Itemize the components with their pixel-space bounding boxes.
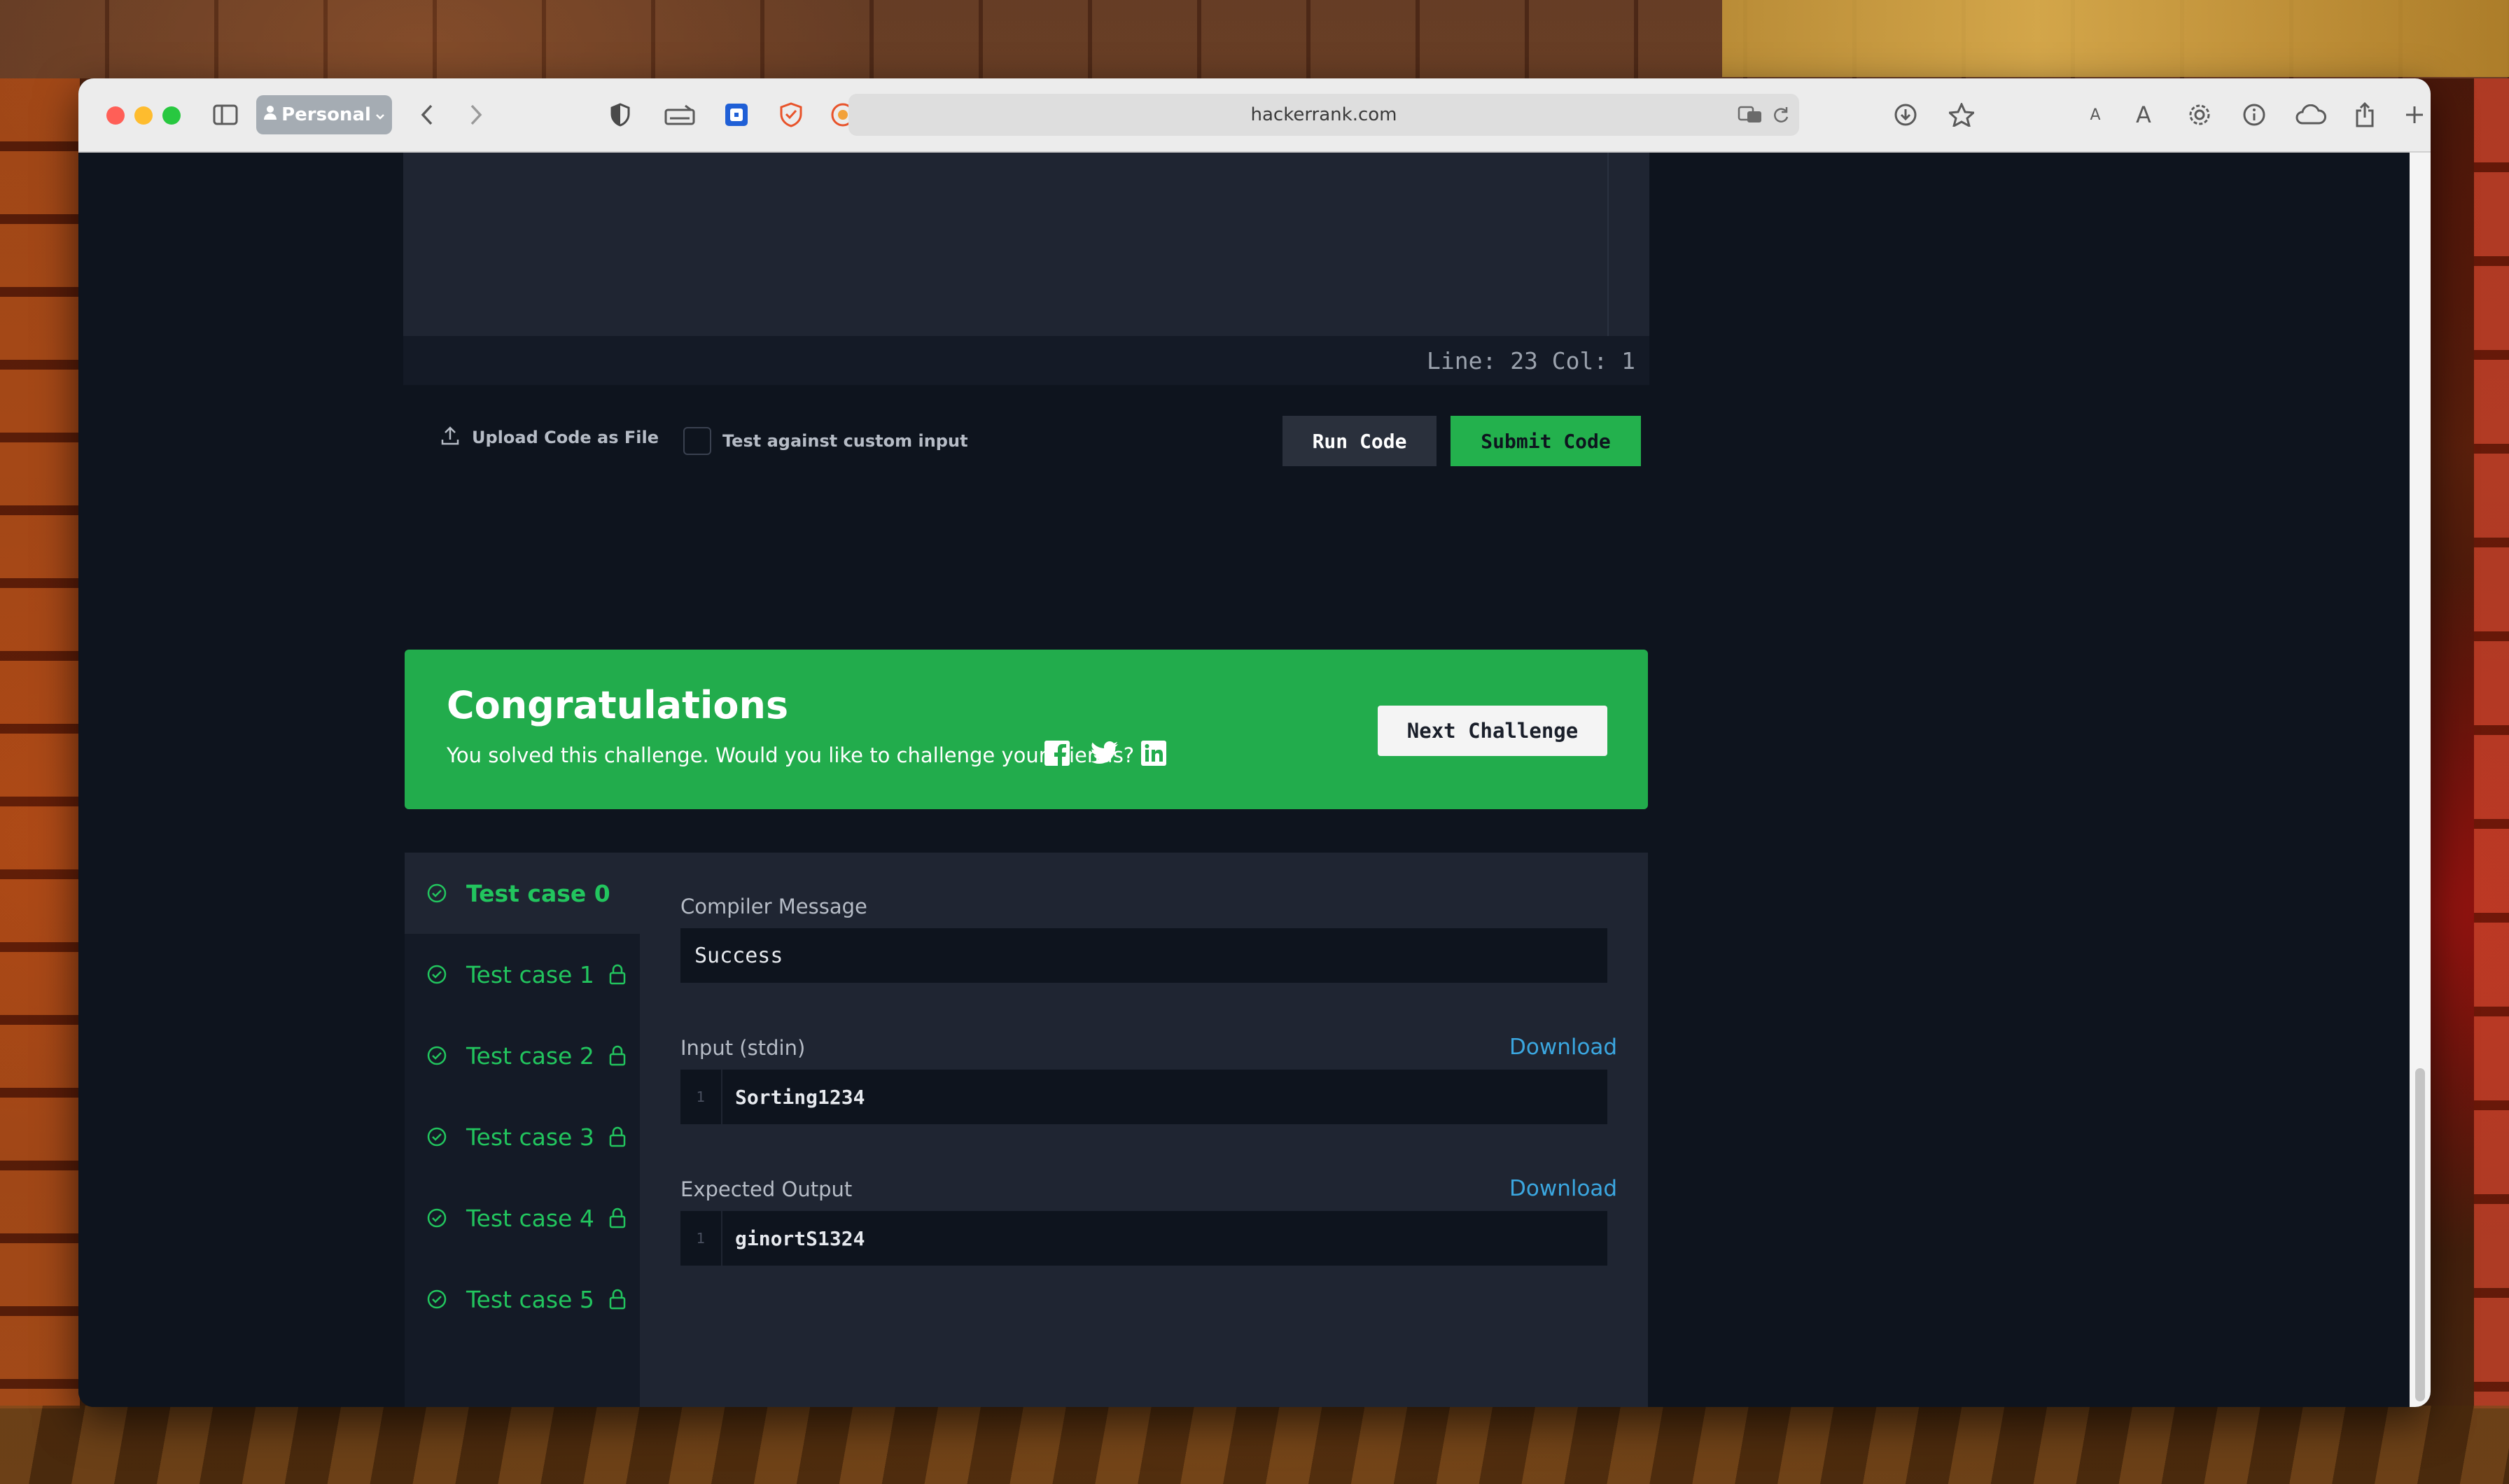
lock-icon bbox=[608, 964, 627, 985]
test-case-label: Test case 5 bbox=[466, 1285, 594, 1313]
input-label: Input (stdin) bbox=[680, 1036, 806, 1060]
expected-output-download-link[interactable]: Download bbox=[1509, 1176, 1617, 1201]
background-logs-right bbox=[2474, 78, 2509, 1408]
test-case-tab[interactable]: Test case 4 bbox=[405, 1177, 640, 1259]
share-icon[interactable] bbox=[2351, 101, 2379, 129]
browser-toolbar: Personal hackerrank.com A A bbox=[78, 78, 2431, 153]
test-results-panel: Test case 0 Test case 1 Test case 2 Test… bbox=[405, 853, 1648, 1407]
close-window-button[interactable] bbox=[106, 106, 125, 125]
custom-input-toggle[interactable]: Test against custom input bbox=[683, 427, 968, 455]
info-icon[interactable] bbox=[2240, 101, 2268, 129]
expected-output-value: ginortS1324 bbox=[735, 1226, 865, 1250]
test-case-label: Test case 3 bbox=[466, 1123, 594, 1151]
chevron-down-icon bbox=[375, 104, 385, 125]
test-case-list: Test case 0 Test case 1 Test case 2 Test… bbox=[405, 853, 640, 1407]
check-circle-icon bbox=[426, 1207, 448, 1229]
test-case-label: Test case 1 bbox=[466, 960, 594, 988]
forward-icon[interactable] bbox=[462, 101, 490, 129]
back-icon[interactable] bbox=[413, 101, 441, 129]
test-case-tab[interactable]: Test case 5 bbox=[405, 1259, 640, 1340]
upload-icon bbox=[441, 426, 459, 449]
lock-icon bbox=[608, 1289, 627, 1310]
facebook-icon[interactable] bbox=[1043, 739, 1071, 767]
congrats-message: You solved this challenge. Would you lik… bbox=[447, 743, 1135, 767]
check-circle-icon bbox=[426, 963, 448, 986]
test-case-tab[interactable]: Test case 1 bbox=[405, 934, 640, 1015]
scrollbar-thumb[interactable] bbox=[2415, 1068, 2425, 1401]
test-case-label: Test case 4 bbox=[466, 1204, 594, 1232]
line-number: 1 bbox=[680, 1211, 722, 1266]
lock-icon bbox=[608, 1208, 627, 1228]
cursor-position: Line: 23 Col: 1 bbox=[1426, 346, 1635, 374]
reload-icon[interactable] bbox=[1768, 102, 1794, 127]
ad-blocker-icon[interactable] bbox=[777, 101, 805, 129]
background-floor bbox=[0, 1406, 2509, 1484]
next-challenge-button[interactable]: Next Challenge bbox=[1378, 706, 1607, 756]
editor-gutter-line bbox=[1607, 153, 1609, 336]
check-circle-icon bbox=[426, 1288, 448, 1310]
translate-icon[interactable] bbox=[1736, 102, 1764, 127]
compiler-message-label: Compiler Message bbox=[680, 895, 867, 918]
lock-icon bbox=[608, 1126, 627, 1147]
check-circle-icon bbox=[426, 1044, 448, 1067]
sidebar-toggle-icon[interactable] bbox=[211, 101, 239, 129]
compiler-message-text: Success bbox=[694, 943, 783, 968]
browser-window: Personal hackerrank.com A A Line: 23 Col… bbox=[78, 78, 2431, 1407]
custom-input-checkbox[interactable] bbox=[683, 427, 711, 455]
input-value: Sorting1234 bbox=[735, 1085, 865, 1109]
background-shelf bbox=[1722, 0, 2509, 77]
gear-icon[interactable] bbox=[2186, 101, 2214, 129]
lock-icon bbox=[608, 1045, 627, 1066]
bookmark-star-icon[interactable] bbox=[1948, 101, 1976, 129]
text-smaller-icon[interactable]: A bbox=[2085, 101, 2106, 129]
profile-label: Personal bbox=[281, 104, 371, 125]
check-circle-icon bbox=[426, 1126, 448, 1148]
upload-label: Upload Code as File bbox=[472, 428, 659, 447]
twitter-icon[interactable] bbox=[1091, 739, 1119, 767]
page-content: Line: 23 Col: 1 Upload Code as File Test… bbox=[78, 153, 2410, 1407]
editor-status-bar: Line: 23 Col: 1 bbox=[403, 336, 1649, 385]
text-larger-icon[interactable]: A bbox=[2130, 101, 2158, 129]
new-tab-icon[interactable] bbox=[2403, 101, 2426, 129]
test-case-tab[interactable]: Test case 2 bbox=[405, 1015, 640, 1096]
custom-input-label: Test against custom input bbox=[722, 431, 968, 451]
upload-code-link[interactable]: Upload Code as File bbox=[441, 426, 659, 449]
submit-code-button[interactable]: Submit Code bbox=[1451, 416, 1641, 466]
expected-output-box: 1 ginortS1324 bbox=[680, 1211, 1607, 1266]
input-box: 1 Sorting1234 bbox=[680, 1070, 1607, 1124]
background-logs-left bbox=[0, 78, 80, 1408]
input-download-link[interactable]: Download bbox=[1509, 1035, 1617, 1060]
download-icon[interactable] bbox=[1892, 101, 1920, 129]
profile-button[interactable]: Personal bbox=[256, 95, 392, 134]
run-code-button[interactable]: Run Code bbox=[1283, 416, 1437, 466]
code-editor[interactable] bbox=[403, 153, 1649, 336]
url-text: hackerrank.com bbox=[1250, 104, 1397, 125]
check-circle-icon bbox=[426, 882, 448, 904]
page-scrollbar[interactable] bbox=[2410, 153, 2431, 1407]
expected-output-label: Expected Output bbox=[680, 1177, 853, 1201]
password-extension-icon[interactable] bbox=[722, 101, 750, 129]
line-number: 1 bbox=[680, 1070, 722, 1124]
shield-icon[interactable] bbox=[606, 101, 634, 129]
linkedin-icon[interactable] bbox=[1140, 739, 1168, 767]
zoom-window-button[interactable] bbox=[162, 106, 181, 125]
test-case-label: Test case 0 bbox=[466, 879, 610, 907]
test-case-tab[interactable]: Test case 3 bbox=[405, 1096, 640, 1177]
minimize-window-button[interactable] bbox=[134, 106, 153, 125]
test-case-tab[interactable]: Test case 0 bbox=[405, 853, 640, 934]
person-icon bbox=[263, 104, 277, 125]
congratulations-banner: Congratulations You solved this challeng… bbox=[405, 650, 1648, 809]
congrats-title: Congratulations bbox=[447, 683, 789, 727]
cloud-icon[interactable] bbox=[2293, 101, 2328, 129]
address-bar[interactable]: hackerrank.com bbox=[848, 94, 1799, 136]
compiler-message-box: Success bbox=[680, 928, 1607, 983]
test-case-label: Test case 2 bbox=[466, 1042, 594, 1070]
keyboard-icon[interactable] bbox=[662, 101, 697, 129]
